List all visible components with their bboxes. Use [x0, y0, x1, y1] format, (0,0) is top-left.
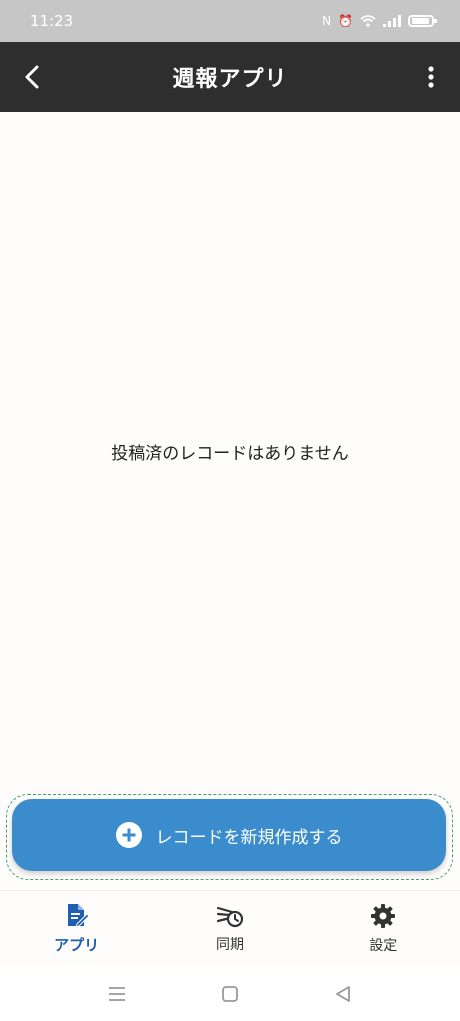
page-title: 週報アプリ — [172, 67, 288, 92]
nav-item-app[interactable]: アプリ — [0, 891, 153, 966]
nav-label-sync: 同期 — [215, 936, 244, 953]
back-button[interactable] — [14, 59, 50, 95]
nfc-icon: N — [322, 14, 332, 28]
battery-icon — [408, 15, 437, 27]
square-icon — [222, 985, 238, 1002]
more-menu-button[interactable] — [416, 59, 446, 95]
bottom-navigation: アプリ 同期 設定 — [0, 890, 460, 966]
nav-label-settings: 設定 — [369, 937, 398, 954]
recent-apps-button[interactable] — [97, 974, 137, 1014]
status-icons: N ⏰ — [322, 14, 437, 28]
edit-document-icon — [67, 904, 90, 928]
triangle-back-icon — [336, 985, 351, 1002]
system-navigation-bar — [0, 966, 460, 1021]
status-bar: 11:23 N ⏰ — [0, 0, 460, 42]
main-content: 投稿済のレコードはありません レコードを新規作成する — [0, 112, 460, 890]
home-button[interactable] — [210, 974, 250, 1014]
wifi-icon — [360, 15, 376, 27]
system-back-button[interactable] — [323, 974, 363, 1014]
signal-icon — [383, 15, 401, 27]
chevron-left-icon — [25, 65, 39, 89]
add-circle-icon — [115, 822, 142, 848]
nav-item-sync[interactable]: 同期 — [153, 891, 306, 966]
nav-label-app: アプリ — [54, 936, 100, 954]
empty-state-message: 投稿済のレコードはありません — [111, 444, 349, 464]
app-bar: 週報アプリ — [0, 42, 460, 112]
create-button-focus-outline: レコードを新規作成する — [6, 794, 453, 880]
nav-item-settings[interactable]: 設定 — [307, 891, 460, 966]
sync-history-icon — [216, 906, 244, 927]
create-record-label: レコードを新規作成する — [155, 827, 343, 848]
gear-icon — [371, 903, 396, 928]
create-record-button[interactable]: レコードを新規作成する — [12, 799, 446, 871]
more-vert-icon — [428, 66, 434, 88]
alarm-icon: ⏰ — [338, 14, 353, 28]
status-time: 11:23 — [30, 12, 74, 30]
menu-lines-icon — [108, 986, 125, 1001]
